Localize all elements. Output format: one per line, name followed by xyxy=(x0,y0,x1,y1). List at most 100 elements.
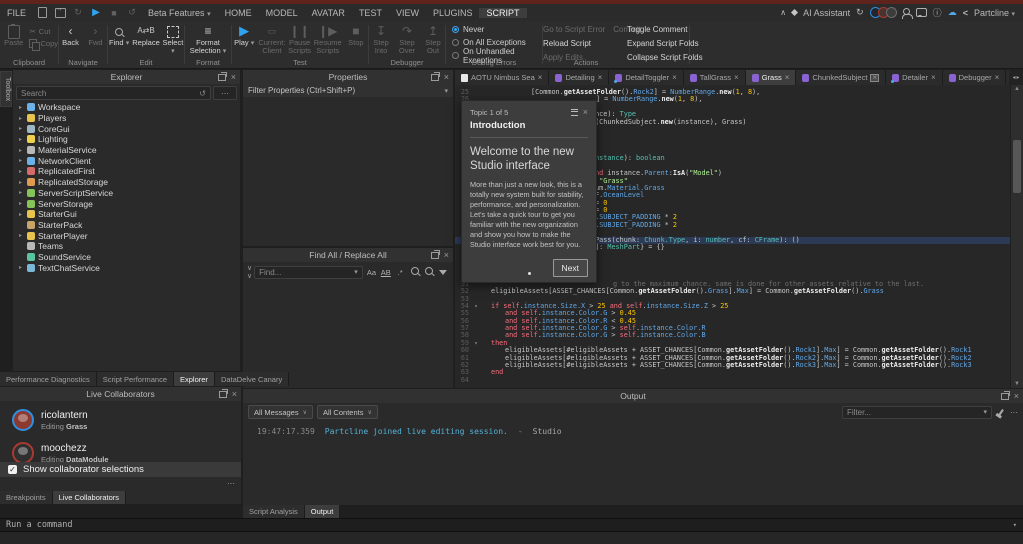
find-all-button[interactable] xyxy=(409,267,420,277)
match-case-button[interactable]: Aa xyxy=(366,268,377,277)
tab-scroll-arrows[interactable]: ◂▸ xyxy=(1009,70,1023,85)
expand-arrow-icon[interactable]: ▸ xyxy=(17,136,24,143)
tab-breakpoints[interactable]: Breakpoints xyxy=(0,491,53,504)
tab-output[interactable]: Output xyxy=(305,505,341,518)
messages-filter-dropdown[interactable]: All Messages∨ xyxy=(248,405,313,419)
close-tab-icon[interactable] xyxy=(931,73,936,82)
dock-tab-script-performance[interactable]: Script Performance xyxy=(97,372,174,386)
properties-filter-input[interactable]: Filter Properties (Ctrl+Shift+P) xyxy=(243,84,453,97)
explorer-item-coregui[interactable]: ▸CoreGui xyxy=(13,123,240,134)
replace-button[interactable]: A⇄BReplace xyxy=(132,24,160,47)
clear-output-icon[interactable] xyxy=(998,409,1004,416)
explorer-item-players[interactable]: ▸Players xyxy=(13,113,240,124)
explorer-item-materialservice[interactable]: ▸MaterialService xyxy=(13,145,240,156)
find-next-button[interactable] xyxy=(423,267,434,277)
forward-button[interactable]: ›Fwd xyxy=(84,24,107,47)
dock-tab-datadelve-canary[interactable]: DataDelve Canary xyxy=(215,372,289,386)
explorer-more-button[interactable]: ⋯ xyxy=(213,86,237,100)
explorer-item-textchatservice[interactable]: ▸TextChatService xyxy=(13,262,240,273)
collapse-ribbon-icon[interactable]: ∧ xyxy=(780,8,786,17)
reload-script-button[interactable]: Reload Script xyxy=(543,36,621,50)
beta-features-menu[interactable]: Beta Features xyxy=(141,8,218,18)
close-tab-icon[interactable] xyxy=(538,73,543,82)
collaborator-avatars[interactable] xyxy=(870,7,897,18)
paste-button[interactable]: Paste xyxy=(0,24,27,47)
filter-icon[interactable] xyxy=(438,268,449,277)
search-history-icon[interactable]: ↺ xyxy=(199,89,206,98)
code-line-25[interactable]: 25[Common.getAssetFolder().Rock2] = Numb… xyxy=(455,89,1011,96)
close-icon[interactable] xyxy=(232,389,237,399)
toolbox-vertical-tab[interactable]: Toolbox xyxy=(0,71,12,107)
editor-tab-detailing[interactable]: Detailing xyxy=(549,70,609,85)
expand-arrow-icon[interactable]: ▸ xyxy=(17,168,24,175)
expand-arrow-icon[interactable]: ▸ xyxy=(17,147,24,154)
file-menu[interactable]: FILE xyxy=(0,8,33,18)
float-panel-icon[interactable] xyxy=(431,74,439,81)
command-bar[interactable]: Run a command xyxy=(0,518,1023,532)
expand-arrow-icon[interactable]: ▸ xyxy=(17,232,24,239)
menu-tab-plugins[interactable]: PLUGINS xyxy=(426,8,480,18)
expand-script-folds-button[interactable]: Expand Script Folds xyxy=(627,36,703,50)
select-button[interactable]: Select xyxy=(162,24,184,56)
pause-scripts-button[interactable]: ❙❙Pause Scripts xyxy=(287,24,311,56)
explorer-item-lighting[interactable]: ▸Lighting xyxy=(13,134,240,145)
menu-tab-script[interactable]: SCRIPT xyxy=(479,8,526,18)
expand-arrow-icon[interactable]: ▸ xyxy=(17,179,24,186)
back-button[interactable]: ‹Back xyxy=(59,24,82,47)
stop-icon[interactable]: ■ xyxy=(107,6,121,19)
editor-tab-grass[interactable]: Grass xyxy=(746,70,797,85)
menu-tab-avatar[interactable]: AVATAR xyxy=(305,8,352,18)
stop-button[interactable]: ■Stop xyxy=(344,24,368,47)
redo-icon[interactable]: ↻ xyxy=(71,6,85,19)
close-tab-icon[interactable] xyxy=(870,74,879,82)
close-icon[interactable] xyxy=(1014,391,1019,401)
cloud-save-icon[interactable]: ☁ xyxy=(948,7,957,18)
expand-arrow-icon[interactable]: ▸ xyxy=(17,115,24,122)
explorer-item-starterplayer[interactable]: ▸StarterPlayer xyxy=(13,230,240,241)
explorer-search-input[interactable]: Search ↺ xyxy=(16,86,211,100)
avatar[interactable] xyxy=(886,7,897,18)
editor-tab-detailtoggler[interactable]: DetailToggler xyxy=(609,70,683,85)
cut-button[interactable]: ✂Cut xyxy=(29,26,58,37)
show-collaborator-selections-row[interactable]: ✓ Show collaborator selections xyxy=(0,462,241,477)
menu-tab-test[interactable]: TEST xyxy=(352,8,389,18)
format-selection-button[interactable]: ≡Format Selection xyxy=(187,24,229,56)
close-tab-icon[interactable] xyxy=(734,73,739,82)
next-button[interactable]: Next xyxy=(553,259,588,277)
log-entry[interactable]: 19:47:17.359Partcline joined live editin… xyxy=(257,427,1023,436)
comments-icon[interactable] xyxy=(916,8,927,17)
new-file-icon[interactable] xyxy=(35,6,49,19)
code-line-62[interactable]: 62eligibleAssets[#eligibleAssets + ASSET… xyxy=(455,362,1011,369)
explorer-item-replicatedfirst[interactable]: ▸ReplicatedFirst xyxy=(13,166,240,177)
user-menu[interactable]: Partcline xyxy=(974,8,1015,18)
code-line-63[interactable]: 63end xyxy=(455,369,1011,376)
editor-tab-tallgrass[interactable]: TallGrass xyxy=(684,70,746,85)
step-over-button[interactable]: ↷Step Over xyxy=(395,24,419,56)
menu-tab-home[interactable]: HOME xyxy=(218,8,259,18)
fold-arrow-icon[interactable]: ▾ xyxy=(469,303,483,310)
menu-tab-model[interactable]: MODEL xyxy=(259,8,305,18)
menu-tab-view[interactable]: VIEW xyxy=(389,8,426,18)
explorer-item-serverscriptservice[interactable]: ▸ServerScriptService xyxy=(13,188,240,199)
output-filter-input[interactable]: Filter... xyxy=(842,406,992,419)
editor-scrollbar[interactable]: ▲ ▼ xyxy=(1010,85,1023,388)
find-input[interactable]: Find... xyxy=(254,266,363,279)
expand-arrow-icon[interactable]: ▸ xyxy=(17,200,24,207)
info-icon[interactable]: ⓘ xyxy=(933,6,942,19)
float-panel-icon[interactable] xyxy=(219,391,227,398)
regex-button[interactable]: .* xyxy=(394,268,405,277)
float-panel-icon[interactable] xyxy=(431,252,439,259)
expand-replace-icon[interactable]: ∨∨ xyxy=(247,264,251,280)
expand-arrow-icon[interactable]: ▸ xyxy=(17,104,24,111)
editor-tab-aotu-nimbus-sea[interactable]: AOTU Nimbus Sea xyxy=(455,70,549,85)
explorer-item-networkclient[interactable]: ▸NetworkClient xyxy=(13,155,240,166)
whole-word-button[interactable]: AB xyxy=(380,268,391,277)
debug-errors-option[interactable]: Never xyxy=(452,23,542,36)
expand-arrow-icon[interactable]: ▸ xyxy=(17,125,24,132)
expand-arrow-icon[interactable]: ▸ xyxy=(17,189,24,196)
tab-live-collaborators[interactable]: Live Collaborators xyxy=(53,491,126,504)
step-out-button[interactable]: ↥Step Out xyxy=(421,24,445,56)
close-icon[interactable] xyxy=(583,107,588,117)
checkbox-checked-icon[interactable]: ✓ xyxy=(8,465,17,474)
dock-tab-performance-diagnostics[interactable]: Performance Diagnostics xyxy=(0,372,97,386)
